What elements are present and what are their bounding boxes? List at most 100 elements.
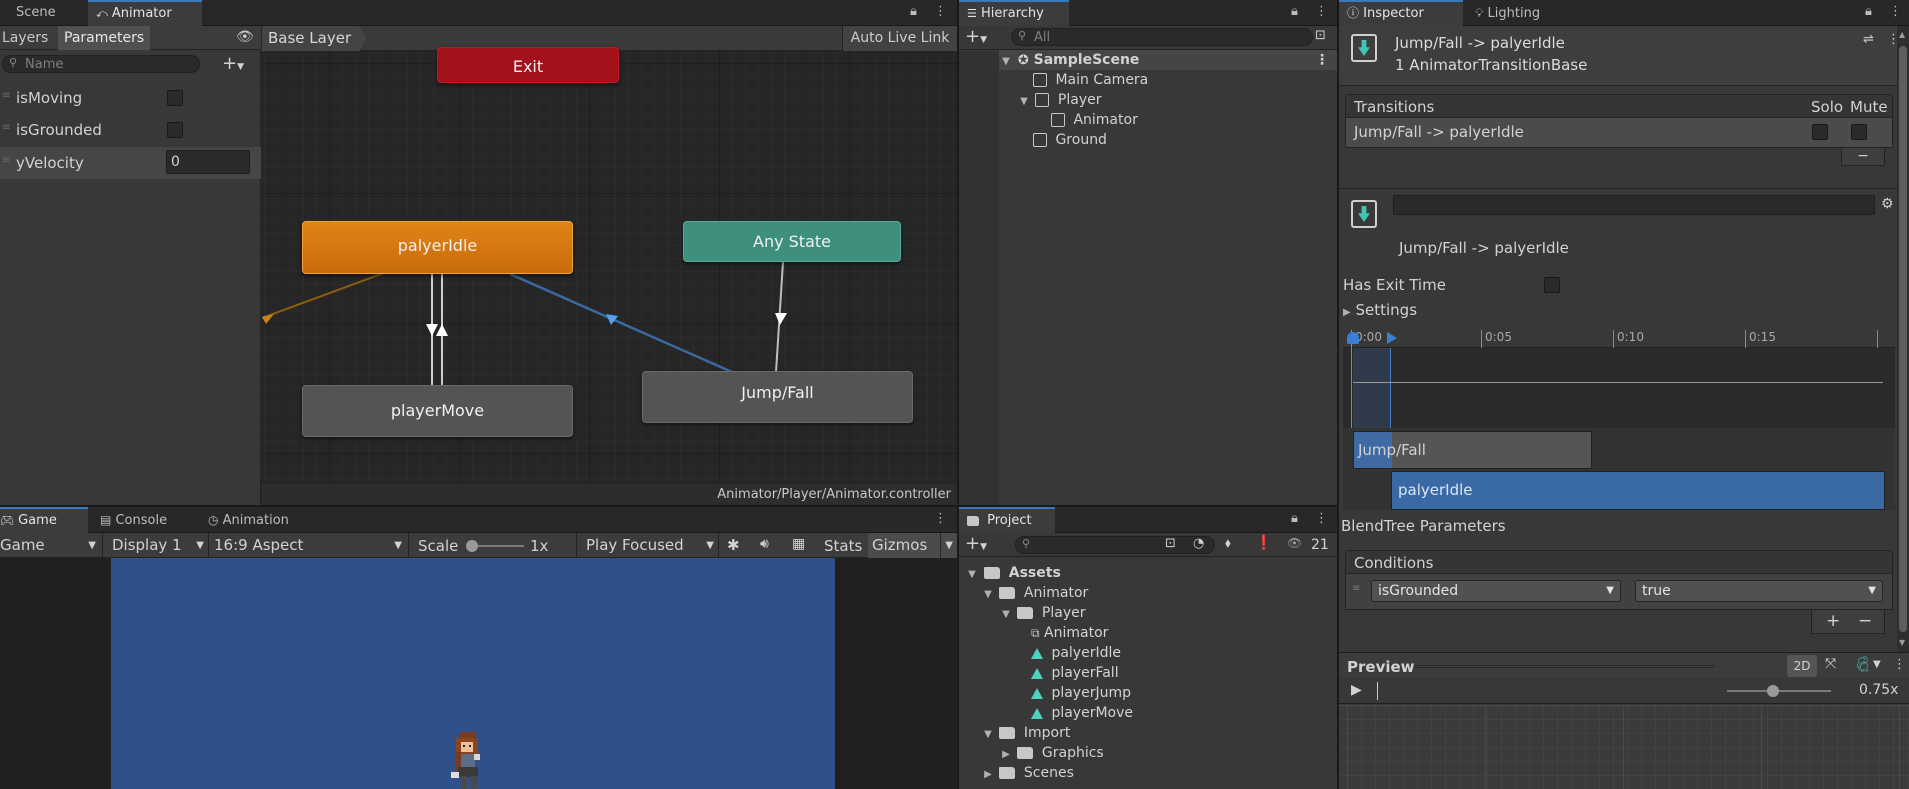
- more-menu-icon[interactable]: ⋮: [1315, 4, 1328, 19]
- tab-animator[interactable]: ⤺ Animator: [88, 0, 202, 26]
- state-graph[interactable]: Base Layer Auto Live Link Exit palyerIdl…: [262, 26, 957, 505]
- preset-icon[interactable]: ⇌: [1863, 32, 1874, 47]
- transition-end-marker[interactable]: [1387, 332, 1397, 344]
- search-options-icon[interactable]: ⊡: [1315, 28, 1326, 43]
- grid-icon[interactable]: ▦: [792, 536, 805, 552]
- jumpfall-state[interactable]: Jump/Fall: [642, 371, 913, 423]
- chevron-down-icon[interactable]: ▼: [965, 565, 979, 585]
- tab-lighting[interactable]: 💡︎ Lighting: [1467, 0, 1577, 26]
- parameter-row[interactable]: ≡ isMoving: [0, 83, 261, 113]
- chevron-right-icon[interactable]: ▶: [999, 745, 1013, 765]
- chevron-down-icon[interactable]: ▼: [981, 585, 995, 605]
- isgrounded-checkbox[interactable]: [167, 122, 183, 138]
- hierarchy-item-ground[interactable]: Ground: [1033, 130, 1107, 150]
- filter-by-label-icon[interactable]: ⬧: [1225, 536, 1231, 551]
- condition-row[interactable]: ≡ isGrounded ▼ true ▼: [1345, 574, 1893, 610]
- display-dropdown[interactable]: Display 1 ▼: [106, 533, 206, 558]
- audio-icon[interactable]: 🔊︎: [760, 536, 769, 552]
- speed-slider[interactable]: [1727, 685, 1831, 697]
- lock-icon[interactable]: 🔒︎: [1865, 4, 1872, 19]
- lock-icon[interactable]: 🔒︎: [1291, 4, 1298, 19]
- scale-slider-handle[interactable]: [466, 540, 478, 552]
- preview-timeline[interactable]: [1377, 682, 1378, 700]
- exit-state[interactable]: Exit: [437, 47, 619, 83]
- solo-checkbox[interactable]: [1812, 124, 1828, 140]
- more-menu-icon[interactable]: ⋮: [1889, 4, 1902, 19]
- play-mode-dropdown[interactable]: Play Focused ▼: [578, 533, 716, 558]
- transition-start-marker[interactable]: [1347, 332, 1359, 344]
- project-item-import-folder[interactable]: ▼ Import: [981, 723, 1070, 743]
- visibility-icon[interactable]: 👁︎: [1287, 536, 1302, 550]
- any-state[interactable]: Any State: [683, 221, 901, 262]
- project-item-graphics-folder[interactable]: ▶ Graphics: [999, 743, 1104, 763]
- hierarchy-item-player[interactable]: ▼ Player: [1017, 90, 1101, 110]
- project-item-animator-controller[interactable]: ⧉ Animator: [1031, 623, 1108, 643]
- add-condition-button[interactable]: +: [1826, 611, 1840, 631]
- warning-filter-icon[interactable]: ❗: [1255, 535, 1272, 551]
- settings-foldout[interactable]: ▶ Settings: [1343, 301, 1417, 319]
- add-parameter-button[interactable]: +▼: [222, 53, 244, 74]
- parameter-row[interactable]: ≡ isGrounded: [0, 115, 261, 145]
- move-state[interactable]: playerMove: [302, 385, 573, 437]
- filter-by-type-icon[interactable]: ◔: [1193, 536, 1204, 551]
- condition-parameter-dropdown[interactable]: isGrounded ▼: [1371, 580, 1621, 602]
- aspect-dropdown[interactable]: 16:9 Aspect ▼: [210, 533, 406, 558]
- game-viewport[interactable]: [111, 558, 835, 789]
- layers-subtab[interactable]: Layers: [0, 26, 58, 50]
- project-item-player-folder[interactable]: ▼ Player: [999, 603, 1085, 623]
- tab-hierarchy[interactable]: ☰ Hierarchy: [959, 0, 1069, 26]
- more-menu-icon[interactable]: ⋮: [1893, 657, 1906, 672]
- project-item-clip[interactable]: playerJump: [1031, 683, 1131, 703]
- preview-viewport[interactable]: [1339, 705, 1909, 789]
- project-item-clip[interactable]: playerMove: [1031, 703, 1133, 723]
- search-options-icon[interactable]: ⊡: [1165, 536, 1176, 551]
- chevron-right-icon[interactable]: ▶: [981, 765, 995, 785]
- eye-icon[interactable]: 👁︎: [236, 29, 254, 45]
- tab-game[interactable]: 🎮︎ Game: [0, 507, 88, 533]
- more-menu-icon[interactable]: ⋮: [1315, 50, 1329, 70]
- project-item-scenes-folder[interactable]: ▶ Scenes: [981, 763, 1074, 783]
- chevron-down-icon[interactable]: ▼: [999, 52, 1013, 72]
- create-button[interactable]: +▼: [965, 533, 987, 554]
- hierarchy-item-main-camera[interactable]: Main Camera: [1033, 70, 1148, 90]
- scroll-down-icon[interactable]: ▼: [1899, 638, 1905, 647]
- game-mode-dropdown[interactable]: Game ▼: [0, 533, 100, 558]
- yvelocity-field[interactable]: 0: [166, 150, 250, 174]
- lock-icon[interactable]: 🔒︎: [910, 4, 917, 19]
- scale-slider[interactable]: [466, 540, 524, 552]
- drag-handle-icon[interactable]: ≡: [2, 155, 10, 166]
- drag-handle-icon[interactable]: ≡: [2, 122, 10, 133]
- tab-inspector[interactable]: ⓘ Inspector: [1339, 0, 1463, 26]
- parameters-subtab[interactable]: Parameters: [58, 26, 150, 50]
- scrollbar-thumb[interactable]: [1899, 46, 1907, 632]
- project-item-clip[interactable]: playerFall: [1031, 663, 1119, 683]
- chevron-down-icon[interactable]: ▼: [1873, 659, 1881, 670]
- gizmos-button[interactable]: Gizmos ▼: [868, 533, 957, 558]
- remove-condition-button[interactable]: −: [1858, 611, 1872, 631]
- tab-console[interactable]: ▤ Console: [92, 507, 196, 533]
- tab-scene[interactable]: Scene: [0, 0, 88, 26]
- tab-animation[interactable]: ◷ Animation: [200, 507, 324, 533]
- remove-transition-button[interactable]: −: [1841, 148, 1885, 166]
- transition-row[interactable]: Jump/Fall -> palyerIdle: [1345, 118, 1893, 148]
- project-item-clip[interactable]: palyerIdle: [1031, 643, 1121, 663]
- project-item-assets[interactable]: ▼ Assets: [965, 563, 1061, 583]
- project-item-animator-folder[interactable]: ▼ Animator: [981, 583, 1088, 603]
- lock-icon[interactable]: 🔒︎: [1291, 511, 1298, 526]
- preview-drag-bar[interactable]: [1415, 665, 1715, 668]
- hierarchy-item-samplescene[interactable]: ▼ ✪ SampleScene ⋮: [999, 50, 1337, 70]
- hierarchy-item-animator[interactable]: Animator: [1051, 110, 1138, 130]
- to-state-bar[interactable]: palyerIdle: [1391, 471, 1885, 510]
- hierarchy-search[interactable]: ⚲ All: [1011, 28, 1313, 46]
- condition-value-dropdown[interactable]: true ▼: [1635, 580, 1883, 602]
- stats-button[interactable]: Stats: [824, 537, 862, 555]
- project-search[interactable]: ⚲: [1015, 536, 1215, 554]
- bug-icon[interactable]: ✱: [727, 536, 740, 554]
- chevron-down-icon[interactable]: ▼: [1017, 92, 1031, 112]
- more-menu-icon[interactable]: ⋮: [934, 4, 947, 19]
- from-state-bar[interactable]: Jump/Fall: [1353, 431, 1592, 469]
- drag-handle-icon[interactable]: ≡: [1352, 583, 1360, 594]
- pivot-icon[interactable]: ⤧: [1825, 656, 1836, 672]
- more-menu-icon[interactable]: ⋮: [1315, 511, 1328, 526]
- has-exit-time-checkbox[interactable]: [1544, 277, 1560, 293]
